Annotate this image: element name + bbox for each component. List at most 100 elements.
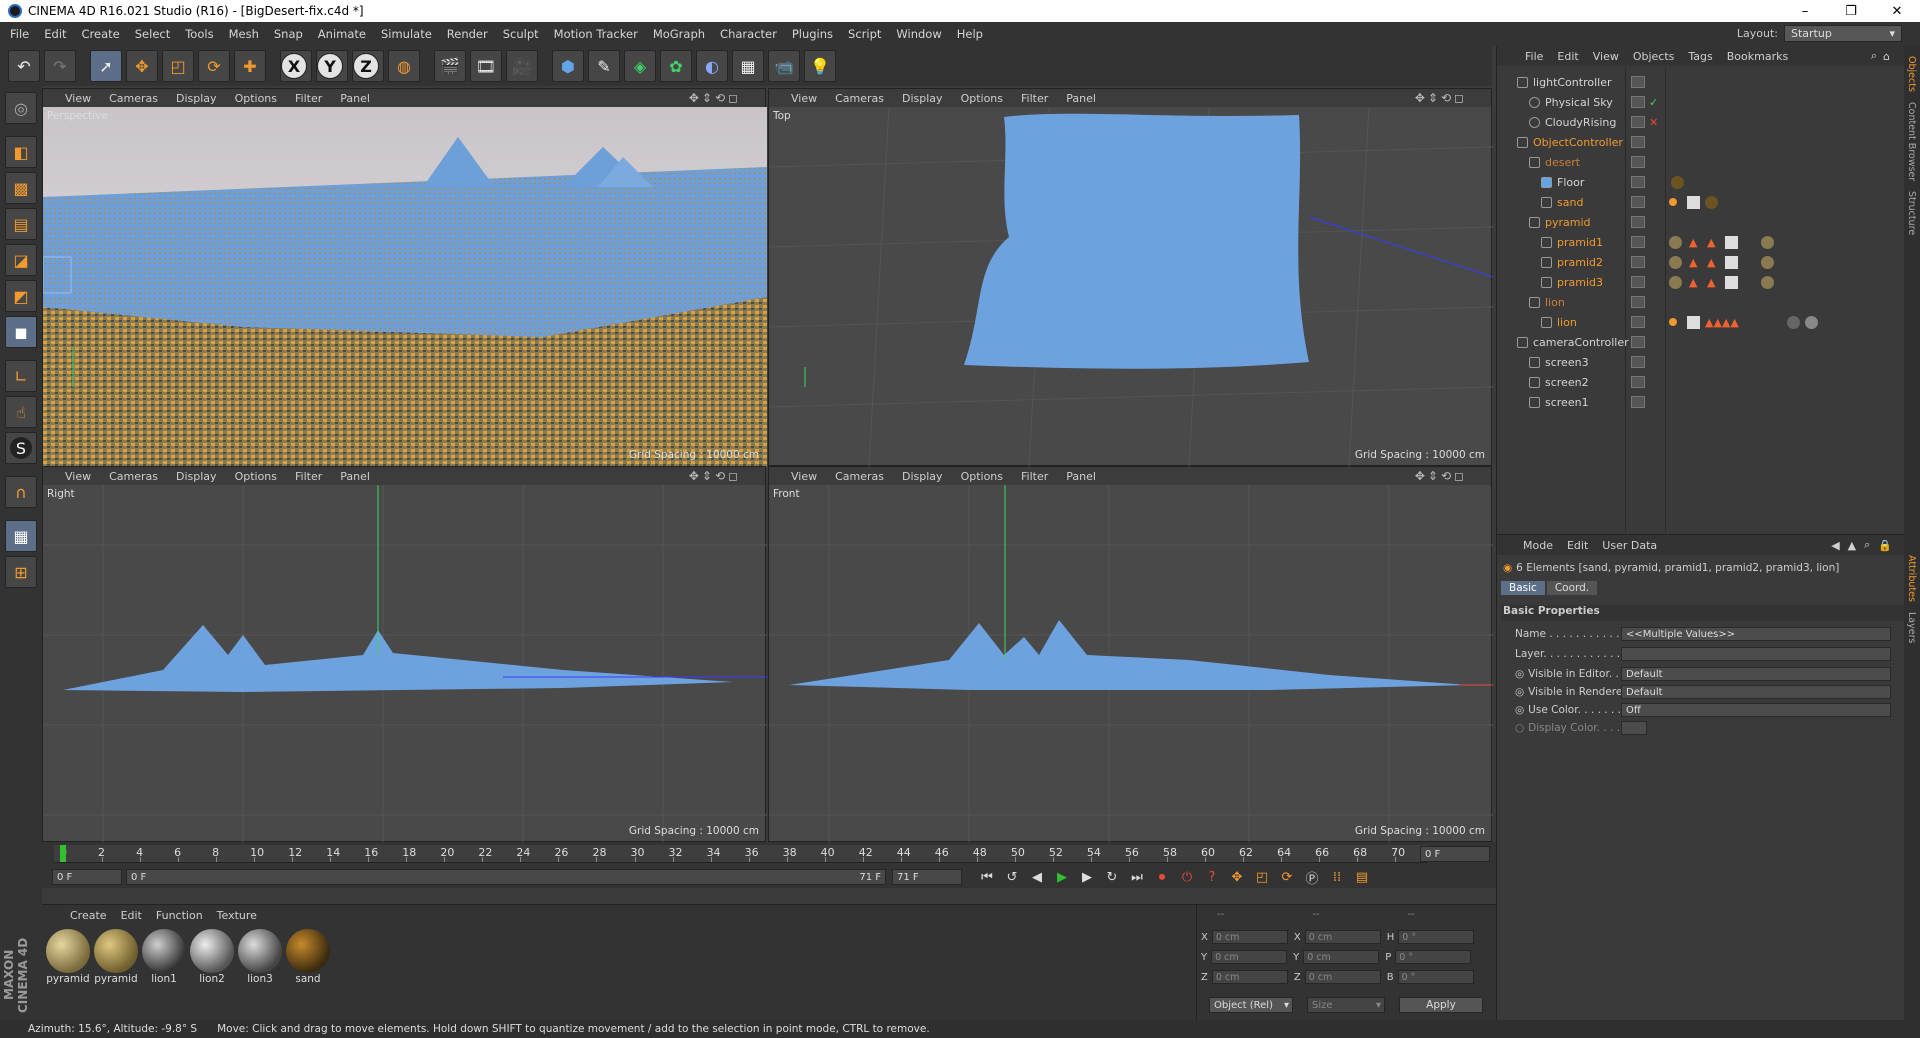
radio-icon[interactable]: ◎ <box>1515 686 1524 698</box>
snap-button[interactable]: S <box>5 432 37 464</box>
texture-mode-button[interactable]: ▩ <box>5 172 37 204</box>
material-tag-icon[interactable] <box>1705 195 1718 209</box>
search-icon[interactable]: ⌕ <box>1871 49 1877 63</box>
object-row-pramid1[interactable]: pramid1 ▲ ▲ <box>1497 232 1915 252</box>
am-menu-user-data[interactable]: User Data <box>1602 539 1657 552</box>
menu-script[interactable]: Script <box>848 27 881 41</box>
om-menu-file[interactable]: File <box>1525 50 1543 63</box>
radio-icon[interactable]: ◎ <box>1515 668 1524 680</box>
home-icon[interactable]: ⌂ <box>1883 50 1890 63</box>
goto-end-button[interactable]: ⏭ <box>1126 867 1148 887</box>
visibility-flag[interactable] <box>1631 156 1645 168</box>
search-icon[interactable]: ⌕ <box>1864 538 1870 552</box>
vp-menu-cameras[interactable]: Cameras <box>109 470 158 483</box>
x-axis-button[interactable]: X <box>280 50 312 82</box>
end-frame-field[interactable]: 71 F <box>892 869 962 885</box>
vp-menu-options[interactable]: Options <box>961 470 1003 483</box>
material-lion3[interactable]: lion3 <box>238 929 282 991</box>
apply-button[interactable]: Apply <box>1399 997 1483 1013</box>
vp-menu-display[interactable]: Display <box>176 470 217 483</box>
autokey-button[interactable]: ⏻ <box>1176 867 1198 887</box>
workplane-mode-button[interactable]: ▤ <box>5 208 37 240</box>
triangle-tag-icon[interactable]: ▲ <box>1689 236 1697 249</box>
close-button[interactable]: ✕ <box>1874 0 1920 22</box>
vp-menu-filter[interactable]: Filter <box>295 470 322 483</box>
size-x-field[interactable]: 0 cm <box>1304 930 1381 944</box>
coord-size-dropdown[interactable]: Size ▾ <box>1307 997 1385 1013</box>
radio-icon[interactable]: ○ <box>1515 722 1524 734</box>
menu-sculpt[interactable]: Sculpt <box>503 27 539 41</box>
vp-menu-panel[interactable]: Panel <box>1066 470 1096 483</box>
viewport-nav-icons[interactable]: ✥⇕⟲◻ <box>1415 91 1467 105</box>
rotation-h-field[interactable]: 0 ° <box>1398 930 1475 944</box>
visibility-flag[interactable] <box>1631 76 1645 88</box>
object-row-floor[interactable]: Floor <box>1497 172 1915 192</box>
mm-menu-texture[interactable]: Texture <box>217 909 257 922</box>
points-mode-button[interactable]: ◪ <box>5 244 37 276</box>
side-tab-attributes[interactable]: Attributes <box>1906 555 1917 602</box>
vp-menu-options[interactable]: Options <box>961 92 1003 105</box>
material-tag-icon[interactable] <box>1787 315 1800 329</box>
triangle-tag-icon[interactable]: ▲ <box>1689 256 1697 269</box>
menu-window[interactable]: Window <box>896 27 941 41</box>
checker-tag-icon[interactable] <box>1687 315 1700 329</box>
layer-field[interactable] <box>1621 647 1891 661</box>
vp-menu-display[interactable]: Display <box>176 92 217 105</box>
side-tab-objects[interactable]: Objects <box>1906 56 1917 92</box>
cube-button[interactable]: ⬢ <box>552 50 584 82</box>
spline-pen-button[interactable]: ✎ <box>588 50 620 82</box>
visibility-flag[interactable] <box>1631 176 1645 188</box>
playhead[interactable] <box>60 845 66 862</box>
material-pyramid-1[interactable]: pyramid <box>46 929 90 991</box>
vp-menu-panel[interactable]: Panel <box>340 92 370 105</box>
lock-workplane-button[interactable]: ▦ <box>5 520 37 552</box>
material-tag-icon[interactable] <box>1761 275 1774 289</box>
size-z-field[interactable]: 0 cm <box>1304 970 1381 984</box>
visibility-flag[interactable] <box>1631 396 1645 408</box>
prev-key-button[interactable]: ↺ <box>1001 867 1023 887</box>
menu-render[interactable]: Render <box>447 27 488 41</box>
vp-menu-display[interactable]: Display <box>902 470 943 483</box>
key-pla-button[interactable]: ⁞⁞ <box>1326 867 1348 887</box>
om-menu-edit[interactable]: Edit <box>1557 50 1578 63</box>
visibility-flag[interactable] <box>1631 96 1645 108</box>
material-tag-icon[interactable] <box>1761 255 1774 269</box>
viewport-right[interactable]: View Cameras Display Options Filter Pane… <box>42 466 767 843</box>
live-selection-button[interactable]: ➚ <box>90 50 122 82</box>
checker-tag-icon[interactable] <box>1725 275 1738 289</box>
position-z-field[interactable]: 0 cm <box>1211 970 1288 984</box>
rotate-tool-button[interactable]: ⟳ <box>198 50 230 82</box>
tab-coord[interactable]: Coord. <box>1546 581 1598 595</box>
visible-renderer-dropdown[interactable]: Default <box>1621 685 1891 699</box>
mm-menu-edit[interactable]: Edit <box>121 909 142 922</box>
om-menu-view[interactable]: View <box>1593 50 1619 63</box>
goto-start-button[interactable]: ⏮ <box>976 867 998 887</box>
edges-mode-button[interactable]: ◩ <box>5 280 37 312</box>
object-row-sand[interactable]: sand <box>1497 192 1915 212</box>
start-frame-field[interactable]: 0 F <box>52 869 122 885</box>
am-menu-mode[interactable]: Mode <box>1523 539 1553 552</box>
visibility-flag[interactable] <box>1631 316 1645 328</box>
tweak-mode-button[interactable]: ☝ <box>5 396 37 428</box>
world-coord-button[interactable]: ◍ <box>388 50 420 82</box>
vp-menu-filter[interactable]: Filter <box>295 92 322 105</box>
triangle-tag-icon[interactable]: ▲ <box>1707 236 1715 249</box>
vp-menu-options[interactable]: Options <box>235 92 277 105</box>
viewport-nav-icons[interactable]: ✥⇕⟲◻ <box>689 469 741 483</box>
checker-tag-icon[interactable] <box>1725 235 1738 249</box>
viewport-nav-icons[interactable]: ✥⇕⟲◻ <box>1415 469 1467 483</box>
y-axis-button[interactable]: Y <box>316 50 348 82</box>
visibility-flag[interactable] <box>1631 336 1645 348</box>
checker-tag-icon[interactable] <box>1687 195 1700 209</box>
menu-select[interactable]: Select <box>135 27 170 41</box>
material-tag-icon[interactable] <box>1669 235 1682 249</box>
material-tag-icon[interactable] <box>1669 275 1682 289</box>
viewport-top[interactable]: View Cameras Display Options Filter Pane… <box>768 88 1493 467</box>
checker-tag-icon[interactable] <box>1725 255 1738 269</box>
visible-editor-dropdown[interactable]: Default <box>1621 667 1891 681</box>
position-x-field[interactable]: 0 cm <box>1211 930 1288 944</box>
arrow-left-icon[interactable]: ◀ <box>1831 539 1839 552</box>
triangle-tag-icon[interactable]: ▲▲▲▲ <box>1705 316 1739 329</box>
menu-tools[interactable]: Tools <box>185 27 213 41</box>
current-frame-field[interactable]: 0 F <box>1420 846 1490 862</box>
